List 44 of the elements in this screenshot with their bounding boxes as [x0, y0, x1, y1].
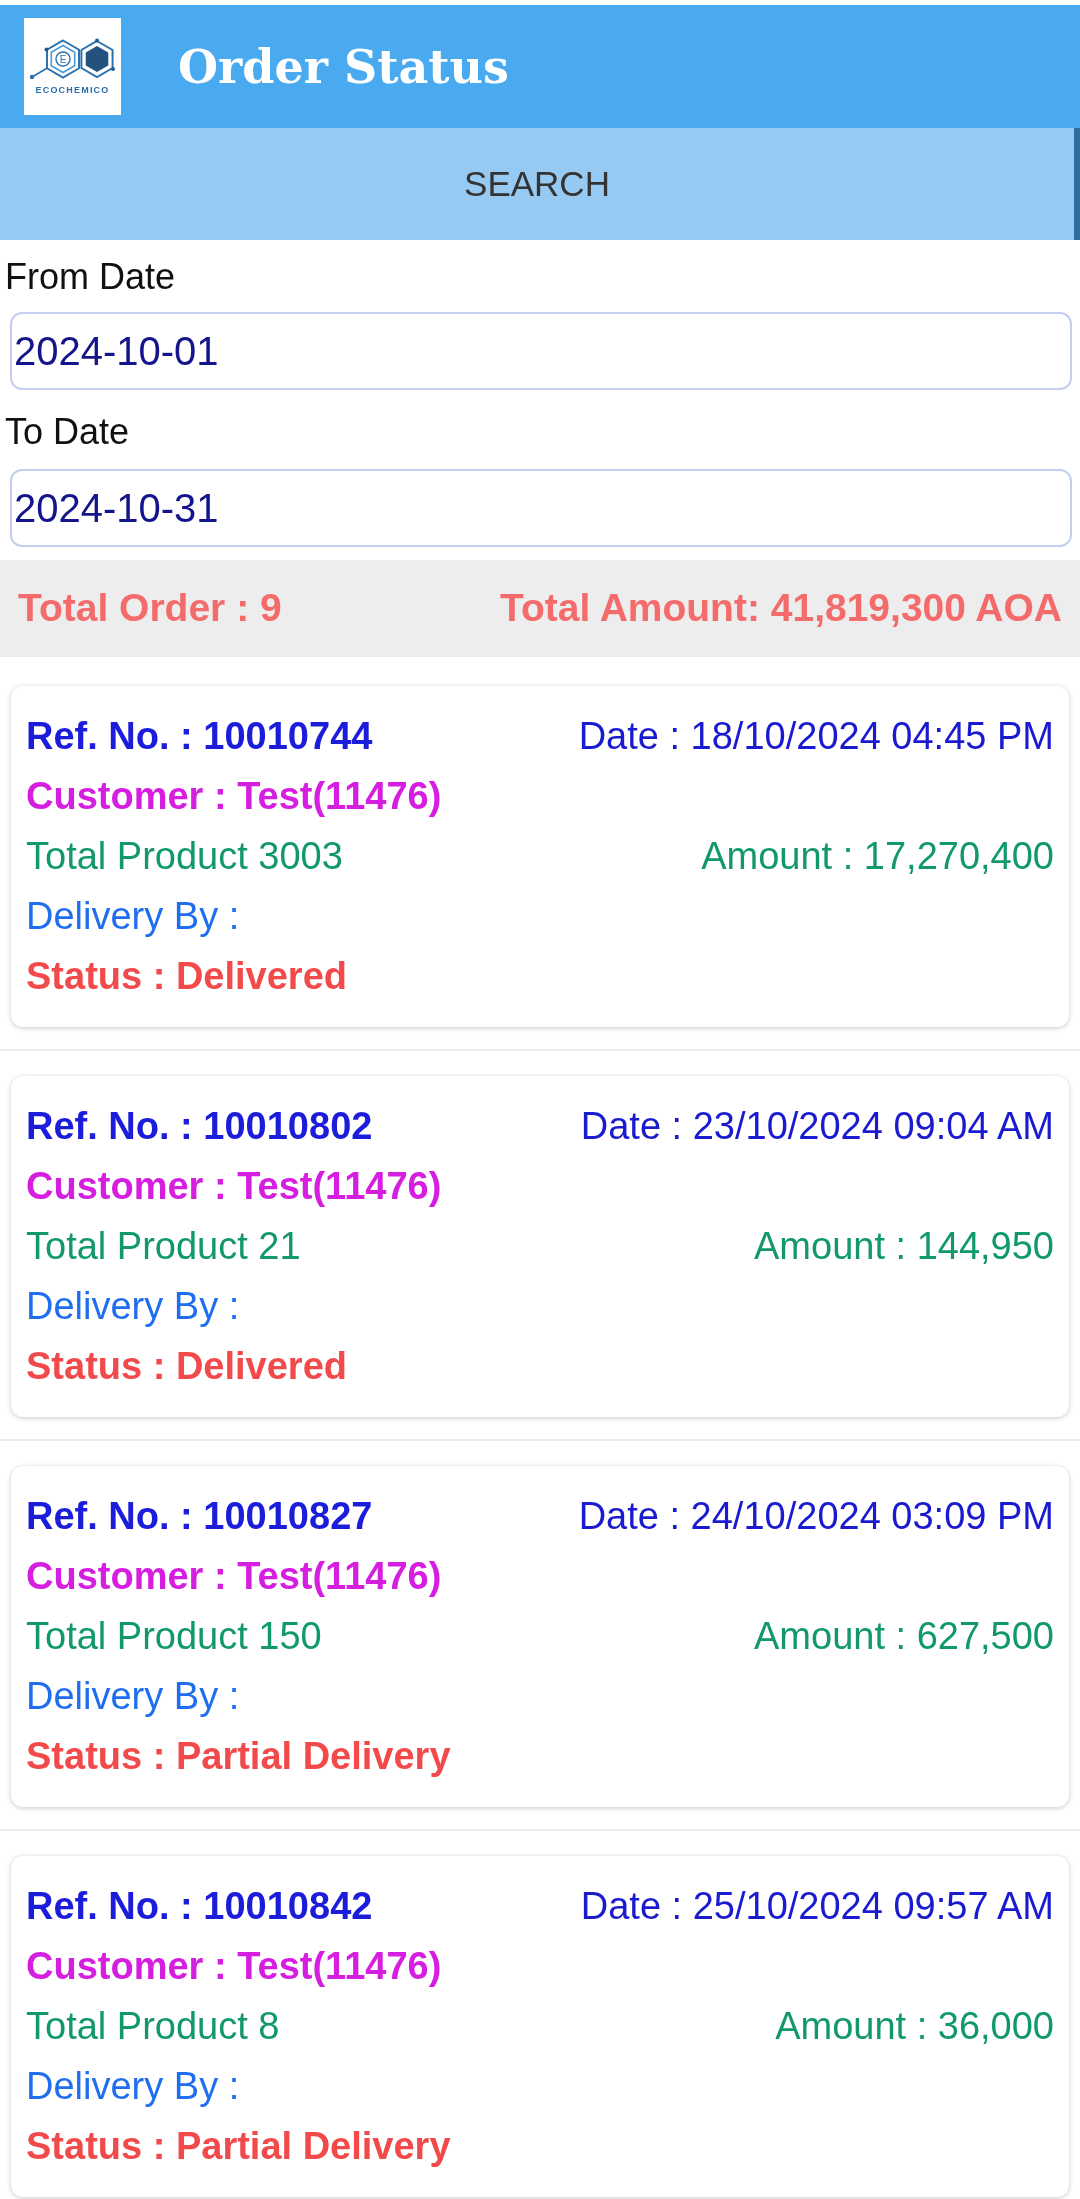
order-status: Status : Delivered: [26, 1344, 347, 1389]
order-amount: Amount : 144,950: [754, 1224, 1054, 1269]
order-amount: Amount : 17,270,400: [701, 834, 1054, 879]
app-title: Order Status: [178, 38, 509, 95]
search-button[interactable]: SEARCH: [0, 128, 1080, 240]
order-card[interactable]: Ref. No. : 10010827 Date : 24/10/2024 03:09 PM Customer : Test(11476) Total Product 150 Amount : 627,500 Delivery By : Status : Partial Delivery: [11, 1466, 1069, 1807]
delivery-by: Delivery By :: [26, 1674, 240, 1719]
logo-wordmark: ECOCHEMICO: [35, 85, 110, 95]
total-order: Total Order : 9: [18, 585, 282, 632]
delivery-by: Delivery By :: [26, 894, 240, 939]
date-field[interactable]: 2024-10-31: [10, 469, 1072, 547]
logo-letter: E: [59, 53, 67, 65]
total-product: Total Product 21: [26, 1224, 301, 1269]
field-label: From Date: [4, 255, 176, 299]
total-amount: Total Amount: 41,819,300 AOA: [500, 585, 1062, 632]
order-status: Status : Partial Delivery: [26, 1734, 451, 1779]
delivery-by: Delivery By :: [26, 2064, 240, 2109]
customer-name: Customer : Test(11476): [26, 774, 442, 819]
reference-number: Ref. No. : 10010744: [26, 714, 373, 759]
order-card[interactable]: Ref. No. : 10010744 Date : 18/10/2024 04:45 PM Customer : Test(11476) Total Product 3003 Amount : 17,270,400 Delivery By : Status : Delivered: [11, 686, 1069, 1027]
total-product: Total Product 8: [26, 2004, 280, 2049]
order-amount: Amount : 627,500: [754, 1614, 1054, 1659]
total-product: Total Product 3003: [26, 834, 343, 879]
order-date: Date : 18/10/2024 04:45 PM: [578, 714, 1054, 759]
order-card[interactable]: Ref. No. : 10010842 Date : 25/10/2024 09:57 AM Customer : Test(11476) Total Product 8 Amount : 36,000 Delivery By : Status : Partial Delivery: [11, 1856, 1069, 2197]
total-product: Total Product 150: [26, 1614, 322, 1659]
order-status: Status : Partial Delivery: [26, 2124, 451, 2169]
delivery-by: Delivery By :: [26, 1284, 240, 1329]
outlined-hexagon-icon: [29, 39, 80, 80]
order-status: Status : Delivered: [26, 954, 347, 999]
order-date: Date : 25/10/2024 09:57 AM: [580, 1884, 1054, 1929]
reference-number: Ref. No. : 10010842: [26, 1884, 373, 1929]
reference-number: Ref. No. : 10010827: [26, 1494, 373, 1539]
customer-name: Customer : Test(11476): [26, 1554, 442, 1599]
date-field[interactable]: 2024-10-01: [10, 312, 1072, 390]
order-date: Date : 23/10/2024 09:04 AM: [580, 1104, 1054, 1149]
order-card[interactable]: Ref. No. : 10010802 Date : 23/10/2024 09:04 AM Customer : Test(11476) Total Product 21 Amount : 144,950 Delivery By : Status : Delivered: [11, 1076, 1069, 1417]
customer-name: Customer : Test(11476): [26, 1164, 442, 1209]
field-label: To Date: [4, 410, 130, 454]
reference-number: Ref. No. : 10010802: [26, 1104, 373, 1149]
order-date: Date : 24/10/2024 03:09 PM: [578, 1494, 1054, 1539]
filled-hexagon-icon: [80, 38, 115, 79]
order-amount: Amount : 36,000: [775, 2004, 1054, 2049]
customer-name: Customer : Test(11476): [26, 1944, 442, 1989]
